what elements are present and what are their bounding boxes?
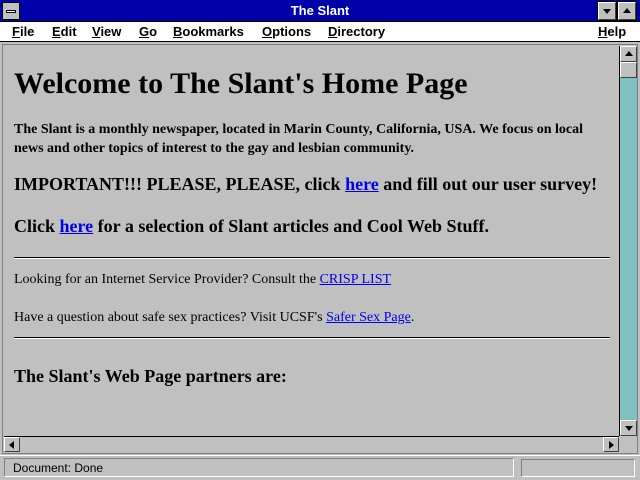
- isp-text: Looking for an Internet Service Provider…: [14, 272, 320, 287]
- minimize-button[interactable]: [597, 1, 617, 21]
- crisp-list-link[interactable]: CRISP LIST: [320, 272, 391, 287]
- articles-paragraph: Click here for a selection of Slant arti…: [14, 215, 607, 237]
- safe-sex-period: .: [410, 310, 415, 325]
- menu-directory[interactable]: Directory: [328, 24, 385, 39]
- status-text: Document: Done: [4, 458, 514, 477]
- divider-1: [14, 257, 610, 259]
- horizontal-scrollbar[interactable]: [4, 436, 619, 452]
- divider-2: [14, 337, 610, 339]
- menu-bar: File Edit View Go Bookmarks Options Dire…: [0, 22, 640, 42]
- arrow-up-icon: [625, 51, 633, 56]
- scroll-down-button[interactable]: [620, 420, 637, 436]
- menu-file[interactable]: File: [12, 24, 34, 39]
- menu-edit[interactable]: Edit: [52, 24, 77, 39]
- maximize-button[interactable]: [617, 1, 637, 21]
- safer-sex-link[interactable]: Safer Sex Page: [326, 310, 411, 325]
- status-bar: Document: Done: [0, 455, 640, 480]
- title-bar: The Slant: [0, 0, 640, 22]
- survey-link[interactable]: here: [345, 174, 379, 194]
- scroll-left-button[interactable]: [4, 437, 20, 452]
- menu-help[interactable]: Help: [598, 24, 626, 39]
- menu-view[interactable]: View: [92, 24, 121, 39]
- scrollbar-corner: [619, 436, 637, 452]
- page-content: Welcome to The Slant's Home Page The Sla…: [4, 46, 617, 436]
- partners-heading: The Slant's Web Page partners are:: [14, 366, 287, 386]
- arrow-left-icon: [9, 441, 14, 449]
- intro-paragraph: The Slant is a monthly newspaper, locate…: [14, 122, 584, 156]
- menu-bookmarks[interactable]: Bookmarks: [173, 24, 244, 39]
- arrow-down-icon: [625, 426, 633, 431]
- maximize-icon: [623, 8, 631, 13]
- progress-indicator: [521, 459, 635, 477]
- survey-text-post: and fill out our user survey!: [378, 174, 598, 194]
- safe-sex-text: Have a question about safe sex practices…: [14, 310, 327, 325]
- articles-text-post: for a selection of Slant articles and Co…: [93, 216, 489, 236]
- survey-paragraph: IMPORTANT!!! PLEASE, PLEASE, click here …: [14, 173, 614, 195]
- arrow-right-icon: [609, 441, 614, 449]
- menu-go[interactable]: Go: [139, 24, 157, 39]
- safe-sex-paragraph: Have a question about safe sex practices…: [14, 309, 607, 327]
- menu-options[interactable]: Options: [262, 24, 311, 39]
- articles-link[interactable]: here: [60, 216, 94, 236]
- isp-paragraph: Looking for an Internet Service Provider…: [14, 271, 607, 289]
- window-title: The Slant: [290, 3, 350, 18]
- survey-text-pre: IMPORTANT!!! PLEASE, PLEASE, click: [14, 174, 346, 194]
- minimize-icon: [603, 9, 611, 14]
- vertical-scroll-thumb[interactable]: [620, 62, 637, 78]
- vertical-scrollbar[interactable]: [619, 46, 637, 436]
- scroll-right-button[interactable]: [603, 437, 619, 452]
- page-heading: Welcome to The Slant's Home Page: [14, 67, 468, 100]
- articles-text-pre: Click: [14, 216, 60, 236]
- scroll-up-button[interactable]: [620, 46, 637, 62]
